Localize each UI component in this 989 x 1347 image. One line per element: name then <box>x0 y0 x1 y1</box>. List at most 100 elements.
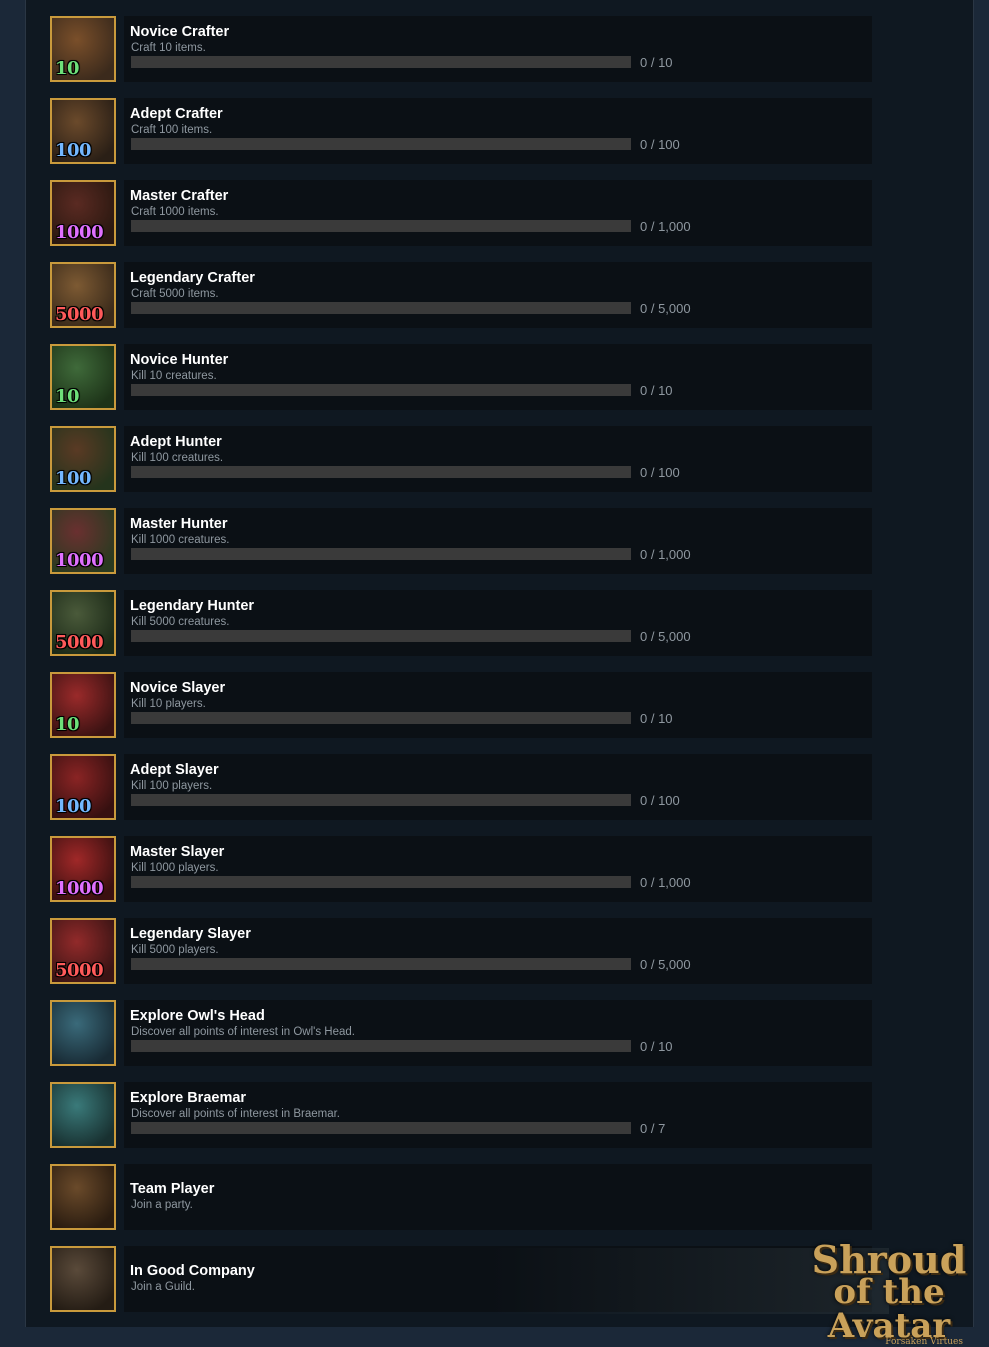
achievement-description: Discover all points of interest in Braem… <box>131 1108 341 1120</box>
progress-count: 0 / 1,000 <box>640 547 691 562</box>
slayer-axe-icon: 5000 <box>50 918 116 984</box>
achievement-row: 100 Adept Hunter Kill 100 creatures. 0 / 10… <box>50 426 872 492</box>
hunter-portrait-icon: 100 <box>50 426 116 492</box>
achievement-title: Novice Crafter <box>130 24 230 40</box>
achievement-description: Craft 10 items. <box>131 42 206 54</box>
achievement-description: Kill 100 players. <box>131 780 213 792</box>
icon-artwork <box>52 1002 114 1064</box>
slayer-axe-icon: 1000 <box>50 836 116 902</box>
achievement-title: Team Player <box>130 1181 215 1197</box>
achievement-title: Novice Hunter <box>130 352 229 368</box>
hunter-portrait-icon: 10 <box>50 344 116 410</box>
achievement-badge-count: 5000 <box>55 304 104 325</box>
achievement-row: 1000 Master Crafter Craft 1000 items. 0 / 1… <box>50 180 872 246</box>
achievement-title: Adept Hunter <box>130 434 222 450</box>
progress-bar <box>131 794 631 806</box>
progress-bar <box>131 712 631 724</box>
achievement-card: Explore Owl's Head Discover all points of… <box>124 1000 872 1066</box>
crafting-tools-icon: 5000 <box>50 262 116 328</box>
progress-bar <box>131 220 631 232</box>
progress-count: 0 / 1,000 <box>640 219 691 234</box>
achievement-card: Novice Crafter Craft 10 items. 0 / 10 <box>124 16 872 82</box>
icon-artwork <box>52 1166 114 1228</box>
achievement-badge-count: 1000 <box>55 878 104 899</box>
slayer-axe-icon: 10 <box>50 672 116 738</box>
horn-shield-icon <box>50 1082 116 1148</box>
achievement-row: 10 Novice Hunter Kill 10 creatures. 0 / 10 <box>50 344 872 410</box>
progress-bar <box>131 548 631 560</box>
achievement-row: 1000 Master Slayer Kill 1000 players. 0 / 1… <box>50 836 872 902</box>
progress-count: 0 / 100 <box>640 793 680 808</box>
achievement-row: Team Player Join a party. <box>50 1164 872 1230</box>
icon-artwork <box>52 1248 114 1310</box>
achievement-row: 5000 Legendary Hunter Kill 5000 creatures.… <box>50 590 872 656</box>
achievement-card: Explore Braemar Discover all points of in… <box>124 1082 872 1148</box>
achievement-title: Adept Crafter <box>130 106 223 122</box>
achievement-title: Legendary Slayer <box>130 926 251 942</box>
achievement-badge-count: 100 <box>55 796 92 817</box>
achievement-row: Explore Braemar Discover all points of in… <box>50 1082 872 1148</box>
achievement-card: Master Hunter Kill 1000 creatures. 0 / 1,0… <box>124 508 872 574</box>
achievement-badge-count: 5000 <box>55 632 104 653</box>
progress-count: 0 / 5,000 <box>640 301 691 316</box>
achievement-description: Craft 1000 items. <box>131 206 219 218</box>
logo-line-2: of the Avatar <box>827 1272 951 1346</box>
achievement-card: Novice Slayer Kill 10 players. 0 / 10 <box>124 672 872 738</box>
progress-bar <box>131 876 631 888</box>
hunter-portrait-icon: 5000 <box>50 590 116 656</box>
achievement-card: Legendary Hunter Kill 5000 creatures. 0 / … <box>124 590 872 656</box>
progress-bar <box>131 302 631 314</box>
achievement-card: Adept Slayer Kill 100 players. 0 / 100 <box>124 754 872 820</box>
achievement-description: Kill 5000 players. <box>131 944 219 956</box>
achievement-card: Master Slayer Kill 1000 players. 0 / 1,000 <box>124 836 872 902</box>
achievement-description: Kill 5000 creatures. <box>131 616 230 628</box>
achievement-description: Kill 10 players. <box>131 698 206 710</box>
achievement-row: 5000 Legendary Slayer Kill 5000 players. 0 … <box>50 918 872 984</box>
progress-bar <box>131 384 631 396</box>
achievement-title: Master Crafter <box>130 188 229 204</box>
progress-bar <box>131 630 631 642</box>
achievement-row: 10 Novice Slayer Kill 10 players. 0 / 10 <box>50 672 872 738</box>
progress-bar <box>131 466 631 478</box>
party-group-icon <box>50 1164 116 1230</box>
icon-artwork <box>52 1084 114 1146</box>
achievement-description: Kill 10 creatures. <box>131 370 217 382</box>
achievement-title: Adept Slayer <box>130 762 219 778</box>
progress-bar <box>131 1040 631 1052</box>
achievement-card: Legendary Crafter Craft 5000 items. 0 / 5,… <box>124 262 872 328</box>
progress-count: 0 / 100 <box>640 465 680 480</box>
guild-group-icon <box>50 1246 116 1312</box>
achievement-title: Explore Owl's Head <box>130 1008 265 1024</box>
achievement-row: 10 Novice Crafter Craft 10 items. 0 / 10 <box>50 16 872 82</box>
crafting-tools-icon: 100 <box>50 98 116 164</box>
achievement-card: Novice Hunter Kill 10 creatures. 0 / 10 <box>124 344 872 410</box>
achievement-title: Master Slayer <box>130 844 225 860</box>
progress-count: 0 / 10 <box>640 383 673 398</box>
owl-shield-icon <box>50 1000 116 1066</box>
achievement-description: Join a Guild. <box>131 1281 195 1293</box>
progress-count: 0 / 7 <box>640 1121 666 1136</box>
achievement-description: Craft 5000 items. <box>131 288 219 300</box>
achievement-card: Legendary Slayer Kill 5000 players. 0 / 5,… <box>124 918 872 984</box>
achievement-description: Kill 1000 creatures. <box>131 534 230 546</box>
crafting-tools-icon: 1000 <box>50 180 116 246</box>
achievement-badge-count: 100 <box>55 468 92 489</box>
achievement-title: Legendary Hunter <box>130 598 255 614</box>
achievement-description: Craft 100 items. <box>131 124 213 136</box>
achievement-row: 1000 Master Hunter Kill 1000 creatures. 0 /… <box>50 508 872 574</box>
achievement-row: 100 Adept Slayer Kill 100 players. 0 / 100 <box>50 754 872 820</box>
progress-count: 0 / 10 <box>640 55 673 70</box>
achievement-description: Kill 100 creatures. <box>131 452 224 464</box>
progress-count: 0 / 5,000 <box>640 629 691 644</box>
progress-count: 0 / 10 <box>640 711 673 726</box>
game-logo: Shroud of the Avatar Forsaken Virtues <box>809 1241 969 1347</box>
slayer-axe-icon: 100 <box>50 754 116 820</box>
achievement-row: 5000 Legendary Crafter Craft 5000 items. 0 … <box>50 262 872 328</box>
achievement-badge-count: 10 <box>55 714 80 735</box>
progress-bar <box>131 1122 631 1134</box>
achievement-description: Discover all points of interest in Owl's… <box>131 1026 355 1038</box>
achievement-list: 10 Novice Crafter Craft 10 items. 0 / 10 100… <box>50 16 872 1312</box>
achievement-title: Legendary Crafter <box>130 270 255 286</box>
achievement-card: Adept Hunter Kill 100 creatures. 0 / 100 <box>124 426 872 492</box>
achievement-badge-count: 100 <box>55 140 92 161</box>
